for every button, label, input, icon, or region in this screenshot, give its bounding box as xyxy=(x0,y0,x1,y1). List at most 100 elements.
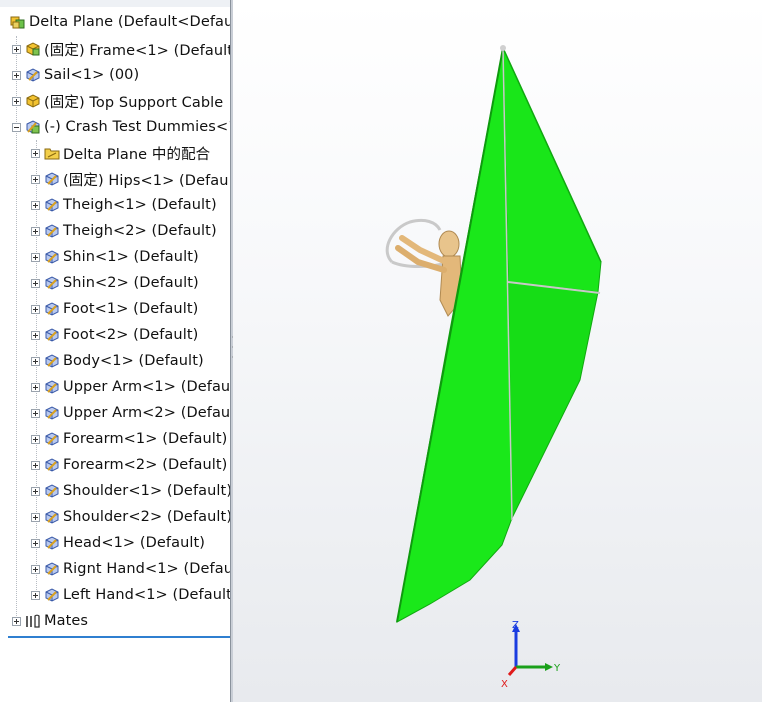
tree-item-label: Body<1> (Default) xyxy=(63,353,204,369)
x-axis xyxy=(507,666,518,676)
expand-toggle[interactable] xyxy=(31,590,40,600)
tree-item-sail[interactable]: Sail<1> (00) xyxy=(12,63,139,87)
subassembly-child-item[interactable]: Shoulder<1> (Default) xyxy=(31,479,230,503)
subassembly-child-item[interactable]: Theigh<1> (Default) xyxy=(31,193,217,217)
tree-item-label: (固定) Hips<1> (Defaul xyxy=(63,172,230,189)
expand-toggle[interactable] xyxy=(31,200,40,210)
mates-folder-icon xyxy=(43,144,61,162)
expand-toggle[interactable] xyxy=(31,252,40,262)
part-icon xyxy=(43,196,61,214)
subassembly-child-item[interactable]: Upper Arm<1> (Defau xyxy=(31,375,230,399)
part-icon xyxy=(43,534,61,552)
expand-toggle[interactable] xyxy=(31,434,40,444)
collapse-toggle[interactable] xyxy=(12,122,21,132)
expand-toggle[interactable] xyxy=(31,148,40,158)
tree-item-crash-test-dummies[interactable]: (-) Crash Test Dummies<1 xyxy=(12,115,230,139)
part-icon xyxy=(43,430,61,448)
tree-root[interactable]: Delta Plane (Default<Defaul xyxy=(6,10,230,34)
subassembly-child-item[interactable]: Delta Plane 中的配合 xyxy=(31,141,210,165)
part-icon xyxy=(24,92,42,110)
expand-toggle[interactable] xyxy=(31,408,40,418)
tree-item-label: Rignt Hand<1> (Defau xyxy=(63,561,230,577)
feature-tree-panel: Delta Plane (Default<Defaul (固定) Frame<1… xyxy=(0,0,230,702)
y-axis-arrow-icon xyxy=(545,663,553,671)
expand-toggle[interactable] xyxy=(12,96,21,106)
expand-toggle[interactable] xyxy=(31,382,40,392)
part-icon xyxy=(43,300,61,318)
tree-item-frame[interactable]: (固定) Frame<1> (Default xyxy=(12,37,230,61)
subassembly-child-item[interactable]: Shin<1> (Default) xyxy=(31,245,199,269)
tree-item-label: Delta Plane 中的配合 xyxy=(63,146,211,163)
subassembly-child-item[interactable]: Foot<1> (Default) xyxy=(31,297,198,321)
tree-item-label: Left Hand<1> (Default xyxy=(63,587,230,603)
tree-item-top-support-cable[interactable]: (固定) Top Support Cable xyxy=(12,89,223,113)
tree-item-label: Shin<1> (Default) xyxy=(63,249,199,265)
subassembly-child-item[interactable]: Left Hand<1> (Default xyxy=(31,583,230,607)
rollback-bar[interactable] xyxy=(8,636,230,638)
part-icon xyxy=(43,404,61,422)
expand-toggle[interactable] xyxy=(31,278,40,288)
subassembly-child-item[interactable]: Forearm<2> (Default) xyxy=(31,453,227,477)
z-axis-label: Z xyxy=(512,620,519,631)
part-icon xyxy=(43,456,61,474)
model-scene[interactable] xyxy=(233,0,762,702)
part-icon xyxy=(43,352,61,370)
expand-toggle[interactable] xyxy=(31,564,40,574)
tree-root-label: Delta Plane (Default<Defaul xyxy=(29,14,230,30)
tree-item-label: (固定) Frame<1> (Default xyxy=(44,42,230,59)
subassembly-child-item[interactable]: Rignt Hand<1> (Defau xyxy=(31,557,230,581)
tree-item-label: Head<1> (Default) xyxy=(63,535,206,551)
expand-toggle[interactable] xyxy=(12,616,21,626)
tree-item-label: Foot<1> (Default) xyxy=(63,301,199,317)
subassembly-child-item[interactable]: Body<1> (Default) xyxy=(31,349,204,373)
tree-item-mates[interactable]: Mates xyxy=(12,609,88,633)
graphics-viewport[interactable]: Z Y X xyxy=(233,0,762,702)
part-icon xyxy=(43,586,61,604)
expand-toggle[interactable] xyxy=(31,174,40,184)
part-icon xyxy=(24,40,42,58)
tree-item-label: Forearm<1> (Default) xyxy=(63,431,228,447)
tree-item-label: Upper Arm<2> (Defau xyxy=(63,405,230,421)
tree-item-label: Theigh<1> (Default) xyxy=(63,197,217,213)
tree-toolbar-strip xyxy=(0,0,230,7)
part-icon xyxy=(43,378,61,396)
expand-toggle[interactable] xyxy=(31,330,40,340)
expand-toggle[interactable] xyxy=(31,356,40,366)
subassembly-child-item[interactable]: Head<1> (Default) xyxy=(31,531,205,555)
expand-toggle[interactable] xyxy=(12,44,21,54)
tree-item-label: Foot<2> (Default) xyxy=(63,327,199,343)
subassembly-icon xyxy=(24,118,42,136)
x-axis-label: X xyxy=(501,679,508,690)
expand-toggle[interactable] xyxy=(31,226,40,236)
expand-toggle[interactable] xyxy=(31,512,40,522)
subassembly-child-item[interactable]: Forearm<1> (Default) xyxy=(31,427,227,451)
subassembly-child-item[interactable]: Theigh<2> (Default) xyxy=(31,219,217,243)
y-axis-label: Y xyxy=(553,663,561,674)
expand-toggle[interactable] xyxy=(12,70,21,80)
part-icon xyxy=(43,248,61,266)
crash-test-dummy[interactable] xyxy=(385,218,463,317)
subassembly-child-item[interactable]: (固定) Hips<1> (Defaul xyxy=(31,167,230,191)
tree-item-label: Shoulder<2> (Default) xyxy=(63,509,230,525)
subassembly-child-item[interactable]: Shin<2> (Default) xyxy=(31,271,199,295)
expand-toggle[interactable] xyxy=(31,486,40,496)
tree-item-label: Mates xyxy=(44,613,89,629)
part-icon xyxy=(43,482,61,500)
tree-item-label: Shoulder<1> (Default) xyxy=(63,483,230,499)
view-triad: Z Y X xyxy=(501,620,561,690)
tree-item-label: Theigh<2> (Default) xyxy=(63,223,217,239)
subassembly-child-item[interactable]: Shoulder<2> (Default) xyxy=(31,505,230,529)
tree-item-label: (固定) Top Support Cable xyxy=(44,94,224,111)
tree-item-label: Upper Arm<1> (Defau xyxy=(63,379,230,395)
part-icon xyxy=(43,170,61,188)
tree-item-label: Forearm<2> (Default) xyxy=(63,457,228,473)
subassembly-child-item[interactable]: Foot<2> (Default) xyxy=(31,323,198,347)
part-icon xyxy=(43,222,61,240)
subassembly-child-item[interactable]: Upper Arm<2> (Defau xyxy=(31,401,230,425)
expand-toggle[interactable] xyxy=(31,538,40,548)
tree-item-label: Sail<1> (00) xyxy=(44,67,140,83)
expand-toggle[interactable] xyxy=(31,460,40,470)
part-icon xyxy=(43,326,61,344)
sail-wing[interactable] xyxy=(396,45,602,623)
expand-toggle[interactable] xyxy=(31,304,40,314)
